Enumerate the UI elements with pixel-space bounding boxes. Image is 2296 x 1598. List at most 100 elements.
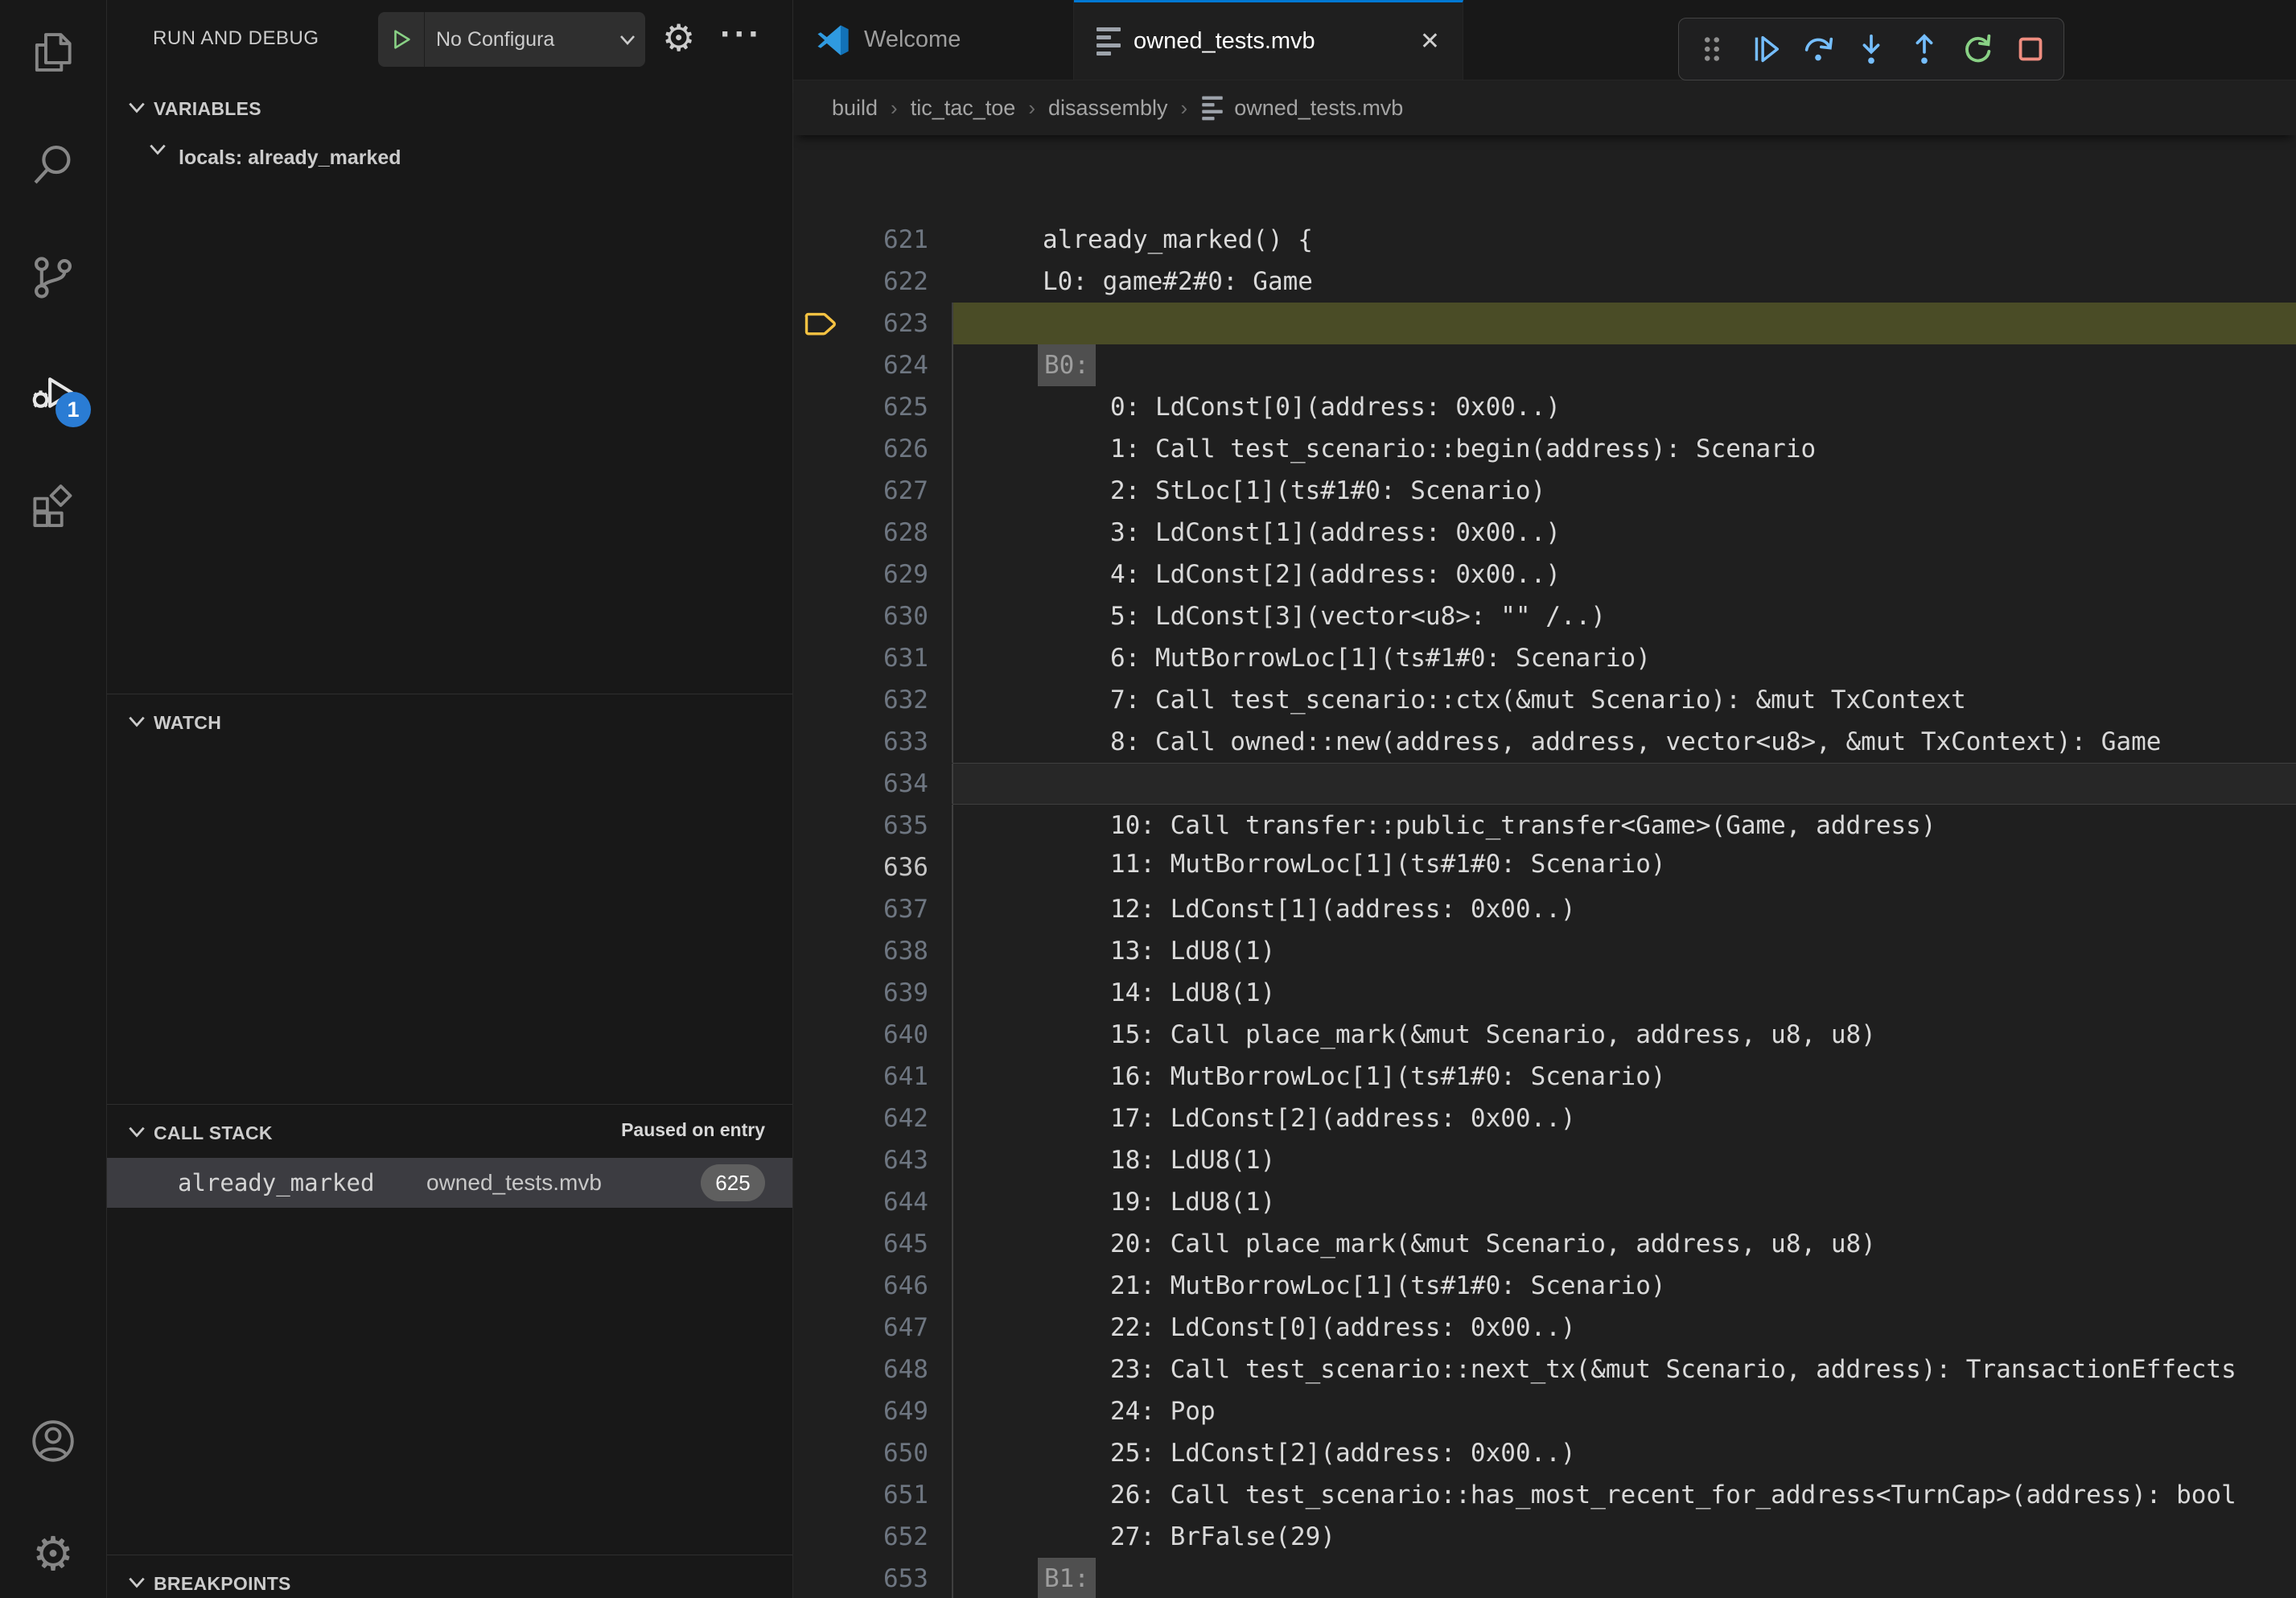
editor-gutter[interactable]: 625	[793, 303, 934, 344]
code-line[interactable]: 628 3: LdConst[1](address: 0x00..)	[793, 428, 2296, 470]
variables-section-header[interactable]: VARIABLES	[107, 87, 792, 130]
line-content[interactable]: 10: Call transfer::public_transfer<Game>…	[953, 721, 2296, 763]
code-line[interactable]: 626 1: Call test_scenario::begin(address…	[793, 344, 2296, 386]
code-editor[interactable]: 621 already_marked() { 622 L0: game#2#0:…	[793, 135, 2296, 1598]
call-stack-frame-row[interactable]: already_marked owned_tests.mvb 625	[107, 1158, 792, 1208]
line-content[interactable]: 2: StLoc[1](ts#1#0: Scenario)	[953, 386, 2296, 428]
line-content[interactable]: 18: LdU8(1)	[953, 1056, 2296, 1098]
code-line[interactable]: 625 0: LdConst[0](address: 0x00..)	[793, 303, 2296, 344]
code-line[interactable]: 624 B0:	[793, 261, 2296, 303]
start-debug-icon[interactable]	[378, 12, 425, 67]
line-content[interactable]: L1: ts#1#0: Scenario	[953, 219, 2296, 261]
editor-gutter[interactable]: 653	[793, 1474, 934, 1516]
editor-gutter[interactable]: 637	[793, 805, 934, 846]
breakpoints-section-header[interactable]: BREAKPOINTS	[107, 1562, 792, 1598]
code-line[interactable]: 634 9: LdConst[0](address: 0x00..)	[793, 679, 2296, 721]
editor-gutter[interactable]: 647	[793, 1223, 934, 1265]
editor-gutter[interactable]: 654	[793, 1516, 934, 1558]
line-content[interactable]: 1: Call test_scenario::begin(address): S…	[953, 344, 2296, 386]
breadcrumb-item[interactable]: tic_tac_toe	[911, 96, 1016, 121]
editor-gutter[interactable]: 621	[793, 135, 934, 177]
code-line[interactable]: 627 2: StLoc[1](ts#1#0: Scenario)	[793, 386, 2296, 428]
close-tab-icon[interactable]: ✕	[1420, 27, 1440, 56]
code-line[interactable]: 654 28: Branch(31)	[793, 1516, 2296, 1558]
line-content[interactable]: 22: LdConst[0](address: 0x00..)	[953, 1223, 2296, 1265]
code-line[interactable]: 633 8: Call owned::new(address, address,…	[793, 637, 2296, 679]
account-icon[interactable]	[27, 1415, 80, 1468]
code-line[interactable]: 622 L0: game#2#0: Game	[793, 177, 2296, 219]
line-content[interactable]: 16: MutBorrowLoc[1](ts#1#0: Scenario)	[953, 972, 2296, 1014]
breadcrumb-item[interactable]: owned_tests.mvb	[1234, 96, 1403, 121]
breadcrumb-item[interactable]: build	[832, 96, 878, 121]
editor-gutter[interactable]: 626	[793, 344, 934, 386]
code-line[interactable]: 648 23: Call test_scenario::next_tx(&mut…	[793, 1265, 2296, 1307]
search-icon[interactable]	[27, 138, 80, 192]
editor-gutter[interactable]: 638	[793, 846, 934, 888]
call-stack-section-header[interactable]: CALL STACK Paused on entry	[107, 1111, 792, 1155]
line-content[interactable]: 4: LdConst[2](address: 0x00..)	[953, 470, 2296, 512]
editor-gutter[interactable]: 622	[793, 177, 934, 219]
line-content[interactable]: 9: LdConst[0](address: 0x00..)	[953, 679, 2296, 721]
line-content[interactable]: 11: MutBorrowLoc[1](ts#1#0: Scenario)	[953, 763, 2296, 805]
code-line[interactable]: 651 26: Call test_scenario::has_most_rec…	[793, 1390, 2296, 1432]
source-control-icon[interactable]	[27, 251, 80, 304]
code-line[interactable]: 646 21: MutBorrowLoc[1](ts#1#0: Scenario…	[793, 1181, 2296, 1223]
editor-gutter[interactable]: 642	[793, 1014, 934, 1056]
code-line[interactable]: 639 14: LdU8(1)	[793, 888, 2296, 930]
code-line[interactable]: 645 20: Call place_mark(&mut Scenario, a…	[793, 1139, 2296, 1181]
code-line[interactable]: 623 L1: ts#1#0: Scenario	[793, 219, 2296, 261]
line-content[interactable]: 21: MutBorrowLoc[1](ts#1#0: Scenario)	[953, 1181, 2296, 1223]
code-line[interactable]: 649 24: Pop	[793, 1307, 2296, 1349]
editor-gutter[interactable]: 646	[793, 1181, 934, 1223]
watch-section-header[interactable]: WATCH	[107, 701, 792, 744]
code-line[interactable]: 632 7: Call test_scenario::ctx(&mut Scen…	[793, 595, 2296, 637]
editor-gutter[interactable]: 636	[793, 763, 934, 805]
editor-gutter[interactable]: 641	[793, 972, 934, 1014]
more-actions-icon[interactable]: ···	[720, 14, 763, 55]
line-content[interactable]: 12: LdConst[1](address: 0x00..)	[953, 805, 2296, 846]
continue-icon[interactable]	[1743, 27, 1787, 71]
code-line[interactable]: 644 19: LdU8(1)	[793, 1098, 2296, 1139]
editor-gutter[interactable]: 639	[793, 888, 934, 930]
line-content[interactable]: 27: BrFalse(29)	[953, 1432, 2296, 1474]
line-content[interactable]: 23: Call test_scenario::next_tx(&mut Sce…	[953, 1265, 2296, 1307]
tab-welcome[interactable]: Welcome	[793, 0, 1074, 80]
restart-icon[interactable]	[1956, 27, 1999, 71]
line-content[interactable]: 5: LdConst[3](vector<u8>: "" /..)	[953, 512, 2296, 554]
line-content[interactable]: 25: LdConst[2](address: 0x00..)	[953, 1349, 2296, 1390]
code-line[interactable]: 636 11: MutBorrowLoc[1](ts#1#0: Scenario…	[793, 763, 2296, 805]
explorer-icon[interactable]	[27, 26, 80, 79]
code-line[interactable]: 653 B1:	[793, 1474, 2296, 1516]
code-line[interactable]: 631 6: MutBorrowLoc[1](ts#1#0: Scenario)	[793, 554, 2296, 595]
code-line[interactable]: 638 13: LdU8(1)	[793, 846, 2296, 888]
stop-icon[interactable]	[2009, 27, 2052, 71]
code-line[interactable]: 643 18: LdU8(1)	[793, 1056, 2296, 1098]
run-and-debug-icon[interactable]: 1	[27, 366, 80, 419]
debug-settings-gear-icon[interactable]: ⚙	[662, 19, 695, 56]
editor-gutter[interactable]: 632	[793, 595, 934, 637]
editor-gutter[interactable]: 630	[793, 512, 934, 554]
code-line[interactable]: 640 15: Call place_mark(&mut Scenario, a…	[793, 930, 2296, 972]
editor-gutter[interactable]: 644	[793, 1098, 934, 1139]
line-content[interactable]: 8: Call owned::new(address, address, vec…	[953, 637, 2296, 679]
editor-gutter[interactable]: 631	[793, 554, 934, 595]
editor-gutter[interactable]: 652	[793, 1432, 934, 1474]
step-into-icon[interactable]	[1850, 27, 1893, 71]
launch-configuration-dropdown[interactable]: No Configura	[378, 12, 645, 67]
code-line[interactable]: 641 16: MutBorrowLoc[1](ts#1#0: Scenario…	[793, 972, 2296, 1014]
editor-gutter[interactable]: 623	[793, 219, 934, 261]
code-line[interactable]: 630 5: LdConst[3](vector<u8>: "" /..)	[793, 512, 2296, 554]
line-content[interactable]: 26: Call test_scenario::has_most_recent_…	[953, 1390, 2296, 1432]
editor-gutter[interactable]: 648	[793, 1265, 934, 1307]
extensions-icon[interactable]	[27, 479, 80, 532]
code-line[interactable]: 650 25: LdConst[2](address: 0x00..)	[793, 1349, 2296, 1390]
editor-gutter[interactable]: 628	[793, 428, 934, 470]
line-content[interactable]: 17: LdConst[2](address: 0x00..)	[953, 1014, 2296, 1056]
code-line[interactable]: 647 22: LdConst[0](address: 0x00..)	[793, 1223, 2296, 1265]
code-line[interactable]: 637 12: LdConst[1](address: 0x00..)	[793, 805, 2296, 846]
editor-gutter[interactable]: 643	[793, 1056, 934, 1098]
code-line[interactable]: 635 10: Call transfer::public_transfer<G…	[793, 721, 2296, 763]
code-line[interactable]: 652 27: BrFalse(29)	[793, 1432, 2296, 1474]
step-out-icon[interactable]	[1903, 27, 1946, 71]
editor-gutter[interactable]: 655	[793, 1558, 934, 1598]
